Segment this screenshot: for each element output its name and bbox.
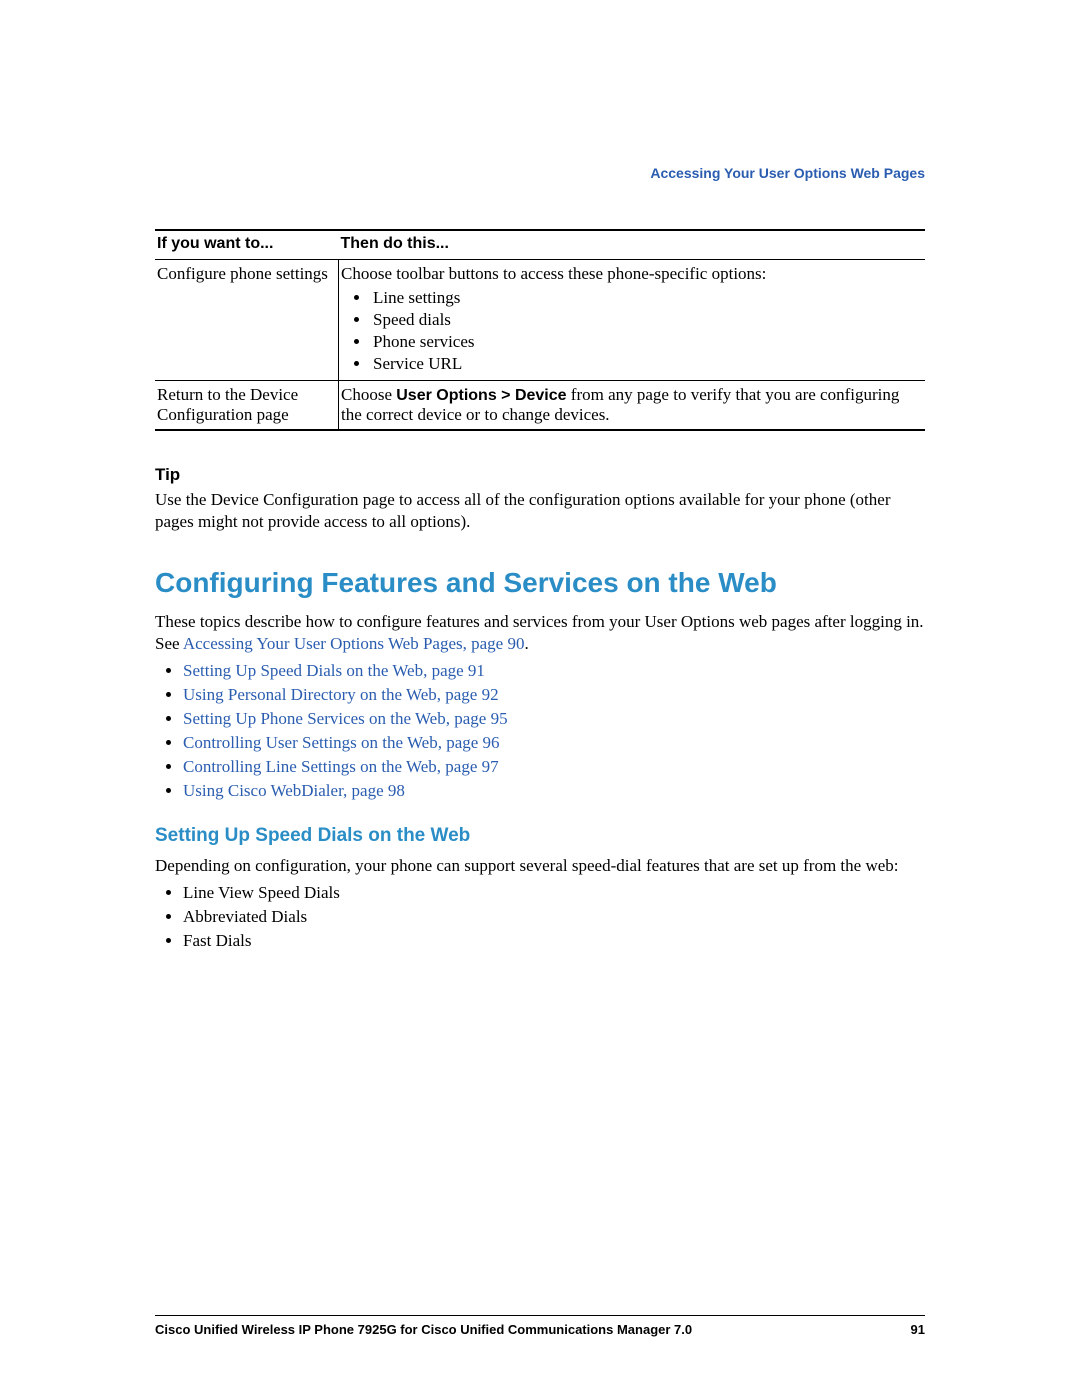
intro-post: . <box>524 634 528 653</box>
table-row1-col2: Choose toolbar buttons to access these p… <box>339 260 926 381</box>
subsection-heading: Setting Up Speed Dials on the Web <box>155 825 925 847</box>
feature-item: Abbreviated Dials <box>183 907 925 927</box>
feature-item: Fast Dials <box>183 931 925 951</box>
row1-item: Service URL <box>371 354 919 374</box>
feature-list: Line View Speed Dials Abbreviated Dials … <box>183 883 925 951</box>
footer-page-number: 91 <box>911 1322 925 1337</box>
table-header-col1: If you want to... <box>155 230 339 260</box>
table-header-col2: Then do this... <box>339 230 926 260</box>
intro-link[interactable]: Accessing Your User Options Web Pages, p… <box>183 634 525 653</box>
topic-link[interactable]: Setting Up Speed Dials on the Web, page … <box>183 661 485 680</box>
row1-item: Phone services <box>371 332 919 352</box>
topic-link[interactable]: Setting Up Phone Services on the Web, pa… <box>183 709 508 728</box>
row1-list: Line settings Speed dials Phone services… <box>371 288 919 374</box>
feature-item: Line View Speed Dials <box>183 883 925 903</box>
topic-link[interactable]: Using Personal Directory on the Web, pag… <box>183 685 499 704</box>
topic-link[interactable]: Using Cisco WebDialer, page 98 <box>183 781 405 800</box>
tip-heading: Tip <box>155 465 925 485</box>
row2-pre: Choose <box>341 385 396 404</box>
topic-link-list: Setting Up Speed Dials on the Web, page … <box>183 661 925 801</box>
topic-link[interactable]: Controlling Line Settings on the Web, pa… <box>183 757 499 776</box>
row1-item: Line settings <box>371 288 919 308</box>
page-footer: Cisco Unified Wireless IP Phone 7925G fo… <box>155 1315 925 1337</box>
row1-intro: Choose toolbar buttons to access these p… <box>341 264 766 283</box>
section-intro: These topics describe how to configure f… <box>155 611 925 655</box>
row1-item: Speed dials <box>371 310 919 330</box>
section-heading: Configuring Features and Services on the… <box>155 567 925 599</box>
topic-link[interactable]: Controlling User Settings on the Web, pa… <box>183 733 500 752</box>
subsection-intro: Depending on configuration, your phone c… <box>155 855 925 877</box>
footer-title: Cisco Unified Wireless IP Phone 7925G fo… <box>155 1322 692 1337</box>
instruction-table: If you want to... Then do this... Config… <box>155 229 925 431</box>
running-header: Accessing Your User Options Web Pages <box>155 165 925 181</box>
table-row2-col2: Choose User Options > Device from any pa… <box>339 381 926 431</box>
row2-bold: User Options > Device <box>396 387 566 404</box>
table-row2-col1: Return to the Device Configuration page <box>155 381 339 431</box>
table-row1-col1: Configure phone settings <box>155 260 339 381</box>
tip-body: Use the Device Configuration page to acc… <box>155 489 925 533</box>
